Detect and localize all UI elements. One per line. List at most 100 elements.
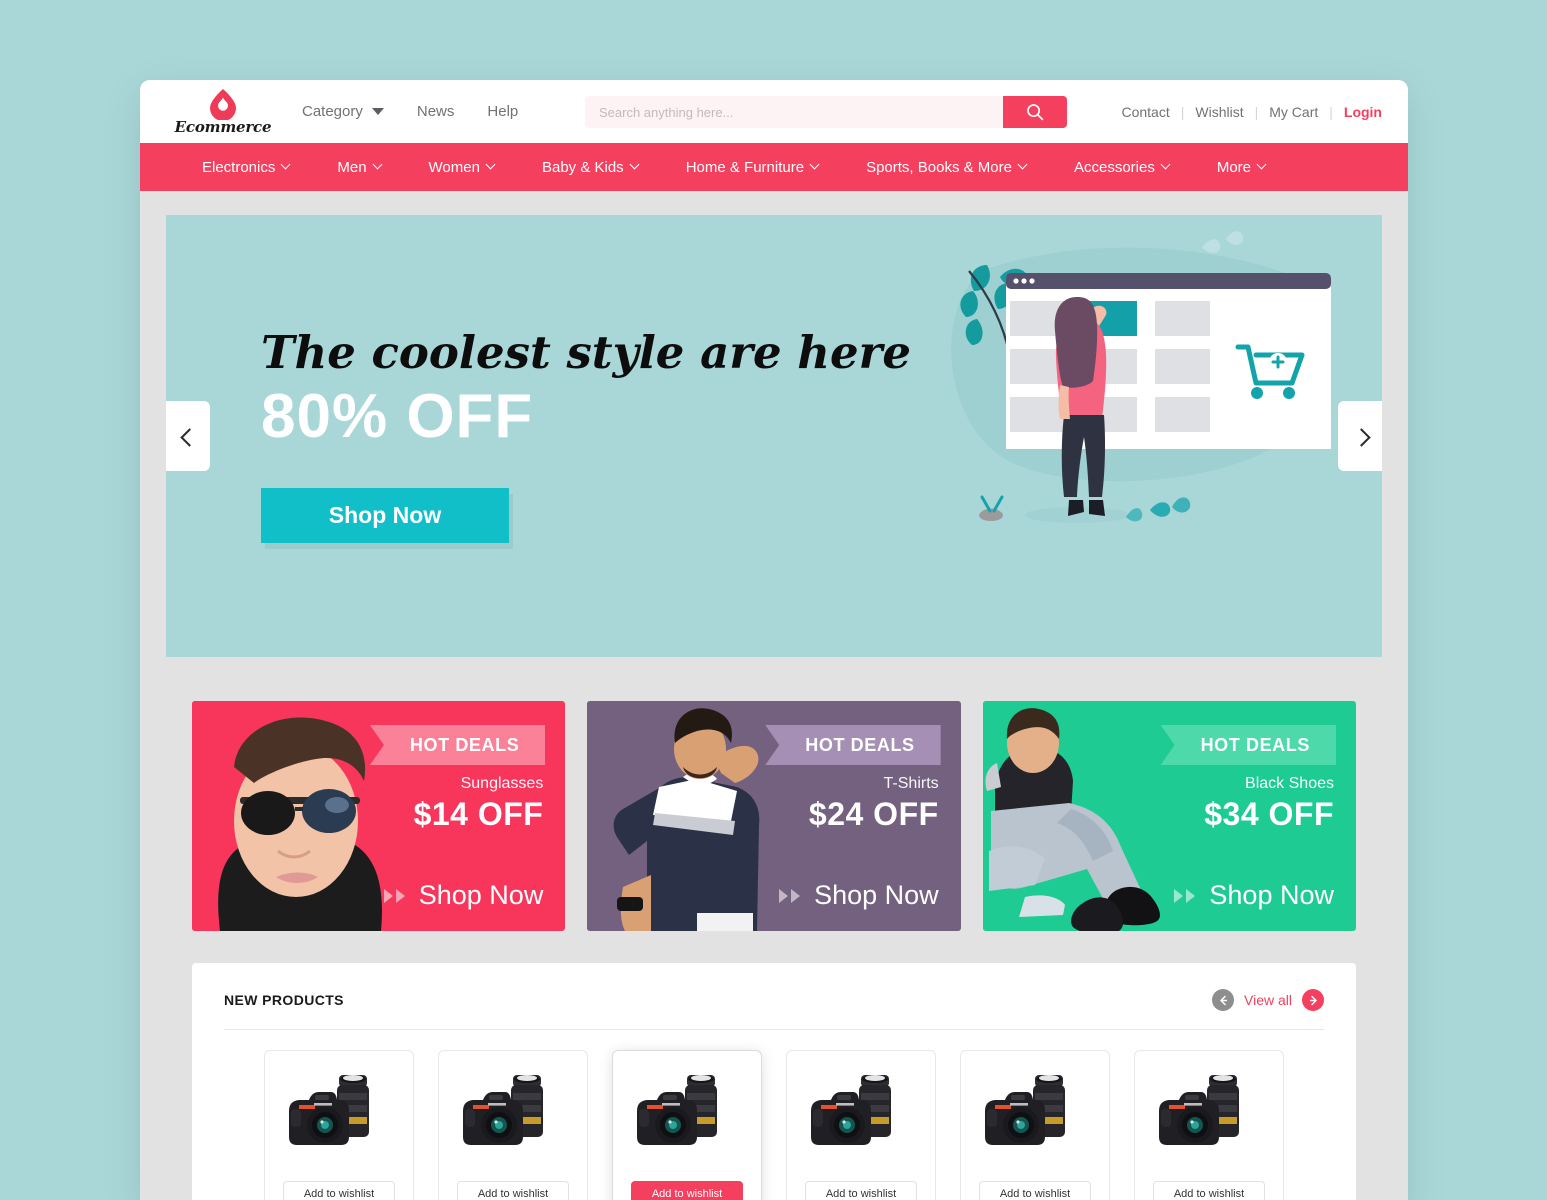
hero-copy: The coolest style are here 80% OFF Shop … — [261, 325, 911, 544]
hero-title: The coolest style are here — [261, 325, 911, 379]
chevron-down-icon — [1258, 161, 1267, 170]
account-link-login[interactable]: Login — [1344, 104, 1382, 120]
deal-shop-now-label: Shop Now — [1209, 880, 1334, 910]
add-to-wishlist-button[interactable]: Add to wishlist — [805, 1181, 917, 1200]
account-separator: | — [1180, 103, 1185, 120]
search-input[interactable] — [585, 96, 1003, 128]
category-nav-item-baby-and-kids[interactable]: Baby & Kids — [542, 159, 640, 176]
deal-badge: HOT DEALS — [369, 725, 546, 765]
browser-window: Ecommerce Category News Help Contact | W… — [140, 80, 1408, 1200]
deal-price: $34 OFF — [1204, 796, 1334, 832]
camera-product-image — [289, 1075, 369, 1145]
deal-card-sunglasses[interactable]: HOT DEALS Sunglasses $14 OFF Shop Now — [192, 701, 566, 931]
chevron-down-icon — [1019, 161, 1028, 170]
product-card[interactable]: Add to wishlist — [438, 1050, 588, 1200]
hero-prev-button[interactable] — [166, 401, 210, 471]
category-nav-label: Baby & Kids — [541, 158, 624, 176]
chevron-right-icon — [1355, 431, 1366, 442]
product-card[interactable]: Add to wishlist — [264, 1050, 414, 1200]
add-to-wishlist-button[interactable]: Add to wishlist — [631, 1181, 743, 1200]
add-to-wishlist-button[interactable]: Add to wishlist — [283, 1181, 395, 1200]
account-link-wishlist[interactable]: Wishlist — [1195, 104, 1243, 120]
deal-subtitle: Sunglasses — [460, 775, 544, 792]
new-products-view-all[interactable]: View all — [1212, 989, 1324, 1011]
search-bar — [585, 96, 1067, 128]
hot-deals-row: HOT DEALS Sunglasses $14 OFF Shop Now HO… — [166, 657, 1382, 931]
camera-product-image — [811, 1075, 891, 1145]
chevron-down-icon — [282, 161, 291, 170]
add-to-wishlist-button[interactable]: Add to wishlist — [1153, 1181, 1265, 1200]
hero-shop-now-button[interactable]: Shop Now — [261, 488, 509, 544]
product-card[interactable]: Add to wishlist — [1134, 1050, 1284, 1200]
logo-wordmark: Ecommerce — [174, 117, 272, 136]
flame-drop-logo-icon — [210, 88, 236, 120]
hero-illustration — [951, 231, 1331, 523]
carousel-next-button[interactable] — [1302, 989, 1324, 1011]
new-products-list: Add to wishlist Add to wishlist Add to w… — [224, 1030, 1324, 1200]
page-content: The coolest style are here 80% OFF Shop … — [140, 191, 1408, 1200]
site-header: Ecommerce Category News Help Contact | W… — [140, 80, 1408, 143]
category-nav-item-electronics[interactable]: Electronics — [202, 159, 291, 176]
deal-card-tshirts[interactable]: HOT DEALS T-Shirts $24 OFF Shop Now — [587, 701, 961, 931]
header-nav: Category News Help — [302, 103, 518, 120]
category-nav-label: Accessories — [1073, 158, 1155, 176]
category-nav-item-women[interactable]: Women — [429, 159, 496, 176]
category-nav-label: Electronics — [202, 158, 276, 176]
account-separator: | — [1254, 103, 1259, 120]
deal-shop-now-label: Shop Now — [814, 880, 939, 910]
arrow-left-icon — [1219, 995, 1227, 1005]
account-links: Contact | Wishlist | My Cart | Login — [1121, 104, 1382, 120]
hero-next-button[interactable] — [1338, 401, 1382, 471]
chevron-down-icon — [374, 161, 383, 170]
header-nav-category[interactable]: Category — [302, 103, 384, 120]
new-products-panel: NEW PRODUCTS View all Add to wishlist Ad… — [192, 963, 1356, 1200]
account-link-my-cart[interactable]: My Cart — [1269, 104, 1318, 120]
category-nav-item-more[interactable]: More — [1217, 159, 1267, 176]
deal-card-black-shoes[interactable]: HOT DEALS Black Shoes $34 OFF Shop Now — [982, 701, 1356, 931]
deal-shop-now[interactable]: Shop Now — [1174, 880, 1334, 911]
chevron-down-icon — [371, 108, 384, 115]
product-card[interactable]: Add to wishlist — [960, 1050, 1110, 1200]
double-arrow-icon — [1174, 888, 1196, 903]
camera-product-image — [985, 1075, 1065, 1145]
product-card[interactable]: Add to wishlist — [786, 1050, 936, 1200]
add-to-wishlist-button[interactable]: Add to wishlist — [979, 1181, 1091, 1200]
double-arrow-icon — [779, 888, 801, 903]
deal-badge: HOT DEALS — [765, 725, 941, 765]
camera-product-image — [463, 1075, 543, 1145]
deal-photo-black-shoes — [982, 701, 1200, 931]
search-button[interactable] — [1003, 96, 1067, 128]
chevron-down-icon — [487, 161, 496, 170]
product-card[interactable]: Add to wishlist — [612, 1050, 762, 1200]
deal-shop-now[interactable]: Shop Now — [779, 880, 939, 911]
chevron-down-icon — [631, 161, 640, 170]
header-nav-news[interactable]: News — [417, 103, 455, 120]
site-logo[interactable]: Ecommerce — [168, 88, 278, 136]
account-separator: | — [1329, 103, 1333, 120]
new-products-title: NEW PRODUCTS — [224, 992, 344, 1008]
category-nav-item-sports-books-and-more[interactable]: Sports, Books & More — [866, 159, 1028, 176]
chevron-down-icon — [811, 161, 820, 170]
category-nav-label: Women — [428, 158, 480, 176]
add-to-wishlist-button[interactable]: Add to wishlist — [457, 1181, 569, 1200]
category-nav-label: More — [1216, 158, 1252, 176]
deal-shop-now[interactable]: Shop Now — [383, 880, 544, 911]
header-nav-help[interactable]: Help — [487, 103, 518, 120]
category-nav-item-home-and-furniture[interactable]: Home & Furniture — [686, 159, 820, 176]
deal-photo-tshirts — [587, 701, 804, 931]
category-nav-item-men[interactable]: Men — [337, 159, 382, 176]
category-nav-label: Men — [337, 158, 367, 176]
category-nav: Electronics Men Women Baby & Kids Home &… — [140, 143, 1408, 191]
header-nav-category-label: Category — [302, 103, 363, 120]
chevron-left-icon — [183, 431, 194, 442]
category-nav-item-accessories[interactable]: Accessories — [1074, 159, 1171, 176]
account-link-contact[interactable]: Contact — [1121, 104, 1169, 120]
hero-discount: 80% OFF — [261, 382, 534, 452]
camera-product-image — [1159, 1075, 1239, 1145]
deal-subtitle: Black Shoes — [1245, 775, 1334, 792]
camera-product-image — [637, 1075, 717, 1145]
deal-shop-now-label: Shop Now — [418, 880, 544, 910]
carousel-prev-button[interactable] — [1212, 989, 1234, 1011]
deal-price: $14 OFF — [413, 796, 544, 832]
arrow-right-icon — [1309, 995, 1317, 1005]
